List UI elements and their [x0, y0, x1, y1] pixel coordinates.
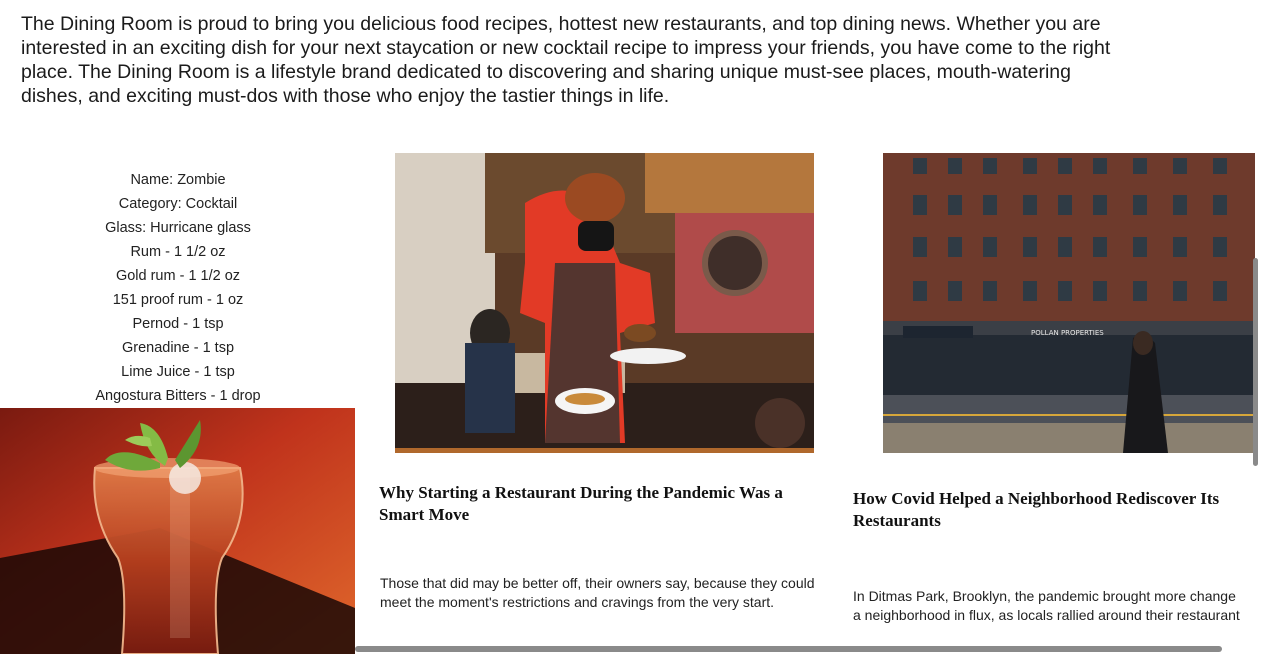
recipe-category: Category: Cocktail — [118, 196, 238, 212]
article-headline[interactable]: Why Starting a Restaurant During the Pan… — [379, 482, 819, 526]
recipe-name: Name: Zombie — [130, 172, 226, 188]
recipe-glass: Glass: Hurricane glass — [105, 220, 251, 236]
horizontal-scrollbar[interactable] — [355, 646, 1222, 652]
recipe-ingredient: Pernod - 1 tsp — [132, 316, 224, 332]
recipe-ingredient: Grenadine - 1 tsp — [121, 340, 235, 356]
article-summary: Those that did may be better off, their … — [380, 575, 815, 610]
article-summary-line: In Ditmas Park, Brooklyn, the pandemic b… — [853, 588, 1236, 604]
recipe-ingredient: Angostura Bitters - 1 drop — [95, 388, 261, 404]
storefront-sign: POLLAN PROPERTIES — [1031, 329, 1104, 337]
intro-paragraph: The Dining Room is proud to bring you de… — [21, 13, 1111, 107]
article-image-neighborhood[interactable]: POLLAN PROPERTIES — [883, 153, 1255, 453]
cocktail-image — [0, 408, 355, 654]
article-image-restaurant[interactable] — [395, 153, 814, 453]
article-summary: In Ditmas Park, Brooklyn, the pandemic b… — [853, 587, 1262, 625]
article-summary-line: a neighborhood in flux, as locals rallie… — [853, 607, 1240, 623]
recipe-ingredient: 151 proof rum - 1 oz — [112, 292, 244, 308]
recipe-details: Name: Zombie Category: Cocktail Glass: H… — [60, 168, 296, 408]
vertical-scrollbar[interactable] — [1253, 258, 1258, 466]
recipe-ingredient: Lime Juice - 1 tsp — [121, 364, 235, 380]
recipe-ingredient: Gold rum - 1 1/2 oz — [115, 268, 241, 284]
article-headline[interactable]: How Covid Helped a Neighborhood Rediscov… — [853, 488, 1253, 532]
recipe-ingredient: Rum - 1 1/2 oz — [130, 244, 226, 260]
